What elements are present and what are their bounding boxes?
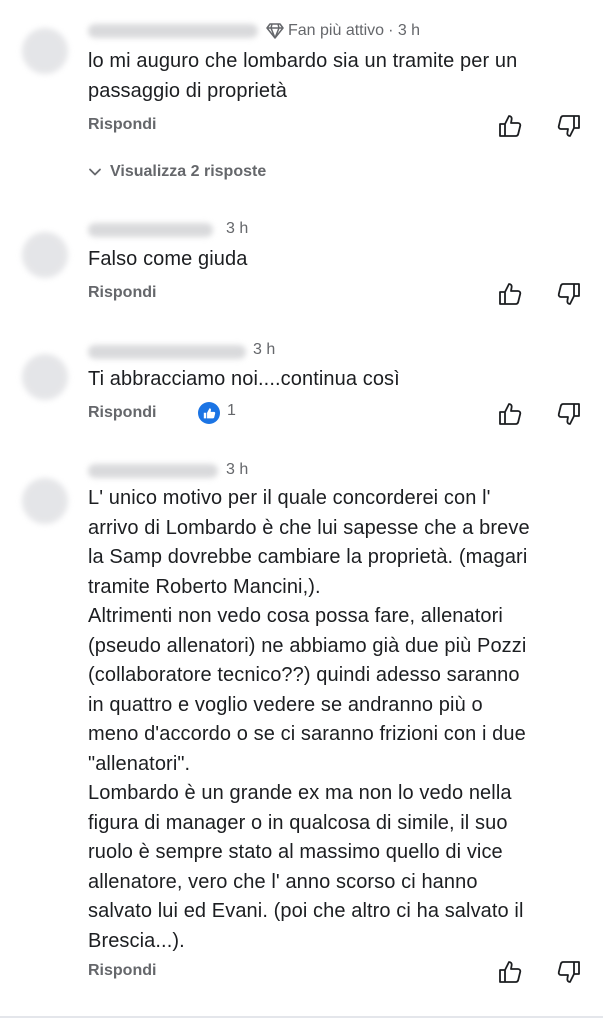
thumbs-up-icon[interactable]: [497, 281, 523, 307]
comment-line: in quattro e voglio vedere se andranno p…: [88, 693, 483, 716]
like-reaction-icon[interactable]: [198, 402, 220, 424]
divider: [0, 1016, 603, 1018]
reply-button[interactable]: Rispondi: [88, 116, 156, 134]
comment-line: lo mi auguro che lombardo sia un tramite…: [88, 50, 518, 72]
comment-time: 3 h: [226, 220, 249, 237]
comment-line: salvato lui ed Evani. (poi che altro ci …: [88, 900, 524, 922]
avatar[interactable]: [22, 354, 68, 400]
chevron-down-icon: [88, 165, 102, 179]
reply-button[interactable]: Rispondi: [88, 962, 156, 980]
comment-text: L' unico motivo per il quale concorderei…: [88, 484, 530, 956]
thumbs-up-icon[interactable]: [497, 113, 523, 139]
comment-line: Falso come giuda: [88, 248, 248, 270]
comment-text: Ti abbracciamo noi....continua così: [88, 364, 400, 394]
comment-line: Brescia...).: [88, 929, 185, 952]
comment-text: Falso come giuda: [88, 244, 247, 274]
comment-line: (collaboratore tecnico??) quindi adesso …: [88, 664, 520, 686]
comment-line: Ti abbracciamo noi....continua così: [88, 368, 400, 390]
comment-line: L' unico motivo per il quale concorderei…: [88, 487, 491, 509]
comment-line: (pseudo allenatori) ne abbiamo già due p…: [88, 634, 527, 657]
thumbs-down-icon[interactable]: [556, 959, 582, 985]
thumbs-down-icon[interactable]: [556, 401, 582, 427]
thumbs-down-icon[interactable]: [556, 113, 582, 139]
view-replies-label: Visualizza 2 risposte: [110, 163, 267, 180]
comment-time: 3 h: [226, 461, 249, 478]
comment-time: 3 h: [253, 341, 276, 358]
view-replies-button[interactable]: Visualizza 2 risposte: [88, 163, 266, 181]
comment-line: passaggio di proprietà: [88, 80, 287, 102]
comment-line: tramite Roberto Mancini,).: [88, 575, 321, 598]
thumbs-down-icon[interactable]: [556, 281, 582, 307]
comment-line: ruolo è sempre stato al massimo quello d…: [88, 841, 503, 863]
reaction-count[interactable]: 1: [227, 402, 236, 420]
author-name-blurred[interactable]: [88, 345, 246, 359]
fan-badge-label: Fan più attivo: [288, 22, 385, 39]
author-name-blurred[interactable]: [88, 464, 218, 478]
comment-line: arrivo di Lombardo è che lui sapesse che…: [88, 516, 530, 539]
author-name-blurred[interactable]: [88, 223, 213, 237]
reply-button[interactable]: Rispondi: [88, 404, 156, 422]
comment-line: Lombardo è un grande ex ma non lo vedo n…: [88, 782, 512, 804]
thumbs-up-icon[interactable]: [497, 401, 523, 427]
comment-line: figura di manager o in qualcosa di simil…: [88, 811, 508, 834]
comment-line: allenatore, vero che l' anno scorso ci h…: [88, 870, 478, 893]
reply-button[interactable]: Rispondi: [88, 284, 156, 302]
comment-time: · 3 h: [388, 22, 421, 39]
comment-line: la Samp dovrebbe cambiare la proprietà. …: [88, 546, 528, 568]
avatar[interactable]: [22, 478, 68, 524]
comment-line: "allenatori".: [88, 752, 191, 775]
comment-text: lo mi auguro che lombardo sia un tramite…: [88, 46, 517, 106]
author-name-blurred[interactable]: [88, 24, 258, 38]
avatar[interactable]: [22, 232, 68, 278]
thumbs-up-icon[interactable]: [497, 959, 523, 985]
comment-meta: Fan più attivo · 3 h: [266, 22, 420, 40]
comment-line: meno d'accordo o se ci saranno frizioni …: [88, 723, 526, 745]
avatar[interactable]: [22, 28, 68, 74]
comment-line: Altrimenti non vedo cosa possa fare, all…: [88, 605, 503, 627]
diamond-icon: [266, 23, 284, 39]
